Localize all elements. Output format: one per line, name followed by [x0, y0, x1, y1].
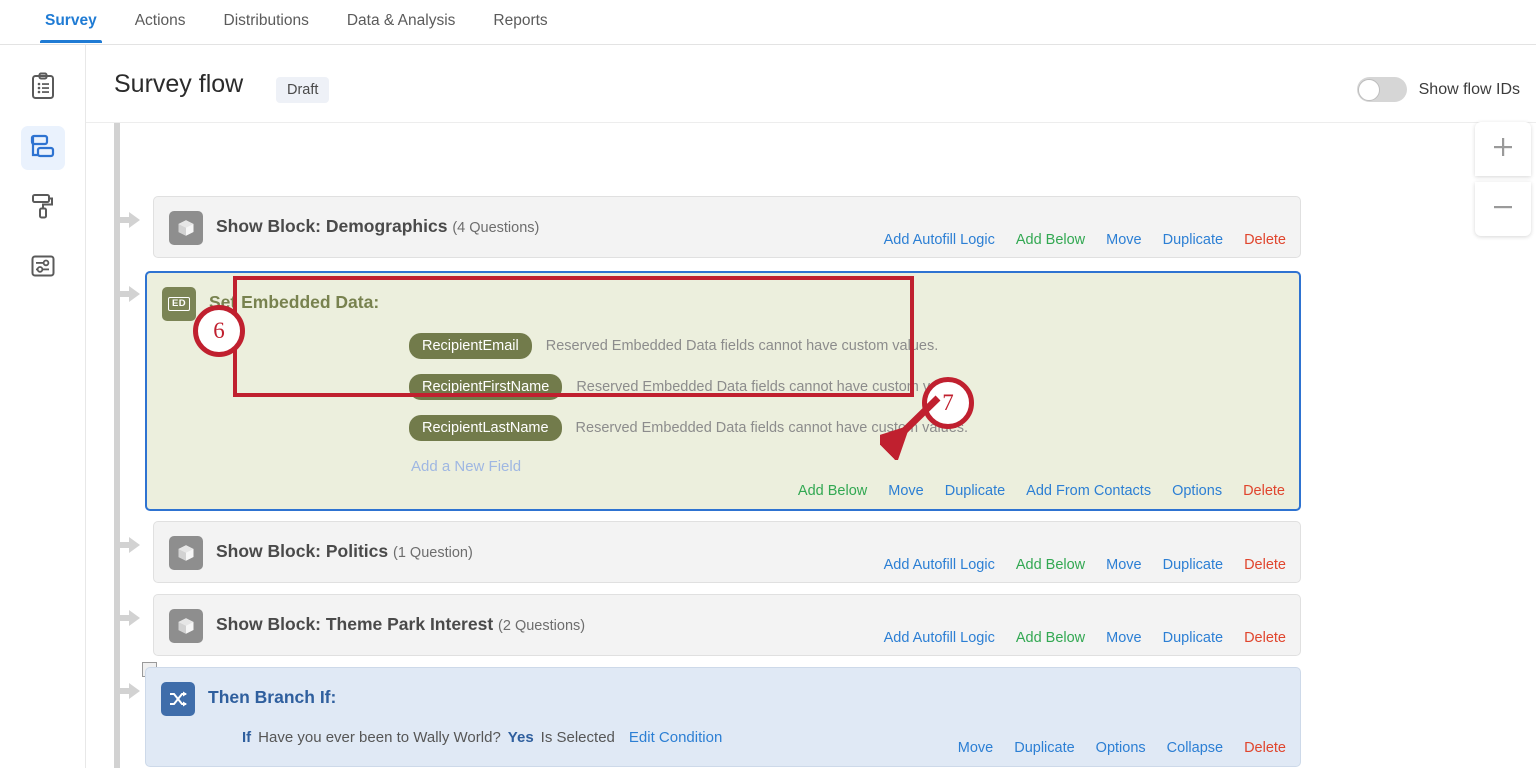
- branch-icon: [161, 682, 195, 716]
- duplicate-link[interactable]: Duplicate: [1014, 740, 1074, 756]
- flow-element-set-embedded-data[interactable]: ED Set Embedded Data: RecipientEmail Res…: [145, 271, 1301, 511]
- delete-link[interactable]: Delete: [1244, 630, 1286, 646]
- survey-flow-page: Survey Actions Distributions Data & Anal…: [0, 0, 1536, 768]
- embedded-data-row[interactable]: RecipientEmail Reserved Embedded Data fi…: [409, 333, 938, 359]
- add-autofill-logic-link[interactable]: Add Autofill Logic: [884, 557, 995, 573]
- duplicate-link[interactable]: Duplicate: [945, 483, 1005, 499]
- sidebar-item-survey-flow[interactable]: [21, 126, 65, 170]
- toggle-knob: [1358, 78, 1381, 101]
- condition-question: Have you ever been to Wally World?: [258, 729, 501, 746]
- paint-roller-icon: [30, 192, 56, 225]
- sidebar-item-survey-options[interactable]: [21, 246, 65, 290]
- add-below-link[interactable]: Add Below: [1016, 630, 1085, 646]
- flow-elements: Show Block: Demographics (4 Questions) A…: [86, 123, 1536, 768]
- question-count: (2 Questions): [498, 618, 586, 634]
- cube-icon: [169, 536, 203, 570]
- add-autofill-logic-link[interactable]: Add Autofill Logic: [884, 232, 995, 248]
- duplicate-link[interactable]: Duplicate: [1163, 232, 1223, 248]
- tab-reports[interactable]: Reports: [474, 0, 566, 43]
- block-title: Show Block: Theme Park Interest (2 Quest…: [216, 614, 586, 634]
- block-action-links: Add Autofill Logic Add Below Move Duplic…: [884, 232, 1286, 248]
- embedded-field-name[interactable]: RecipientFirstName: [409, 374, 563, 400]
- add-from-contacts-link[interactable]: Add From Contacts: [1026, 483, 1151, 499]
- clipboard-icon: [30, 72, 56, 105]
- tab-survey[interactable]: Survey: [26, 0, 116, 43]
- ed-icon-label: ED: [168, 297, 190, 311]
- condition-operator: Is Selected: [540, 729, 615, 746]
- add-below-link[interactable]: Add Below: [1016, 232, 1085, 248]
- embedded-data-row[interactable]: RecipientFirstName Reserved Embedded Dat…: [409, 374, 969, 400]
- delete-link[interactable]: Delete: [1243, 483, 1285, 499]
- options-link[interactable]: Options: [1172, 483, 1222, 499]
- edit-condition-link[interactable]: Edit Condition: [629, 729, 722, 746]
- page-title: Survey flow: [114, 70, 244, 98]
- flow-element-then-branch-if[interactable]: Then Branch If: If Have you ever been to…: [145, 667, 1301, 767]
- flow-connector-arrow: [114, 610, 144, 626]
- delete-link[interactable]: Delete: [1244, 557, 1286, 573]
- question-count: (4 Questions): [452, 220, 540, 236]
- annotation-marker-6: 6: [193, 305, 245, 357]
- left-sidebar: [0, 45, 86, 768]
- flow-connector-arrow: [114, 537, 144, 553]
- embedded-data-row[interactable]: RecipientLastName Reserved Embedded Data…: [409, 415, 968, 441]
- embedded-field-note: Reserved Embedded Data fields cannot hav…: [575, 420, 969, 436]
- annotation-marker-number: 7: [942, 390, 954, 415]
- embedded-data-action-links: Add Below Move Duplicate Add From Contac…: [798, 483, 1285, 499]
- condition-if-label: If: [242, 729, 252, 746]
- block-action-links: Add Autofill Logic Add Below Move Duplic…: [884, 557, 1286, 573]
- sidebar-item-survey-builder[interactable]: [21, 66, 65, 110]
- duplicate-link[interactable]: Duplicate: [1163, 630, 1223, 646]
- question-count: (1 Question): [393, 545, 473, 561]
- flow-connector-arrow: [114, 683, 144, 699]
- annotation-marker-number: 6: [213, 318, 225, 343]
- show-flow-ids-control: Show flow IDs: [1356, 77, 1520, 102]
- ed-icon: ED: [162, 287, 196, 321]
- add-autofill-logic-link[interactable]: Add Autofill Logic: [884, 630, 995, 646]
- add-below-link[interactable]: Add Below: [1016, 557, 1085, 573]
- sidebar-item-look-and-feel[interactable]: [21, 186, 65, 230]
- delete-link[interactable]: Delete: [1244, 740, 1286, 756]
- flow-icon: [30, 133, 56, 164]
- sliders-icon: [30, 254, 56, 283]
- block-title: Show Block: Politics (1 Question): [216, 541, 473, 561]
- collapse-link[interactable]: Collapse: [1167, 740, 1223, 756]
- flow-connector-arrow: [114, 286, 144, 302]
- tab-data-and-analysis[interactable]: Data & Analysis: [328, 0, 475, 43]
- flow-connector-arrow: [114, 212, 144, 228]
- flow-element-show-block-theme-park-interest[interactable]: Show Block: Theme Park Interest (2 Quest…: [153, 594, 1301, 656]
- add-a-new-field-link[interactable]: Add a New Field: [411, 458, 521, 475]
- embedded-field-note: Reserved Embedded Data fields cannot hav…: [545, 338, 939, 354]
- block-title: Show Block: Demographics (4 Questions): [216, 216, 540, 236]
- tab-distributions[interactable]: Distributions: [205, 0, 328, 43]
- move-link[interactable]: Move: [888, 483, 923, 499]
- flow-element-show-block-demographics[interactable]: Show Block: Demographics (4 Questions) A…: [153, 196, 1301, 258]
- cube-icon: [169, 211, 203, 245]
- branch-action-links: Move Duplicate Options Collapse Delete: [958, 740, 1286, 756]
- embedded-field-note: Reserved Embedded Data fields cannot hav…: [576, 379, 969, 395]
- show-flow-ids-label: Show flow IDs: [1418, 80, 1520, 98]
- condition-answer: Yes: [507, 729, 534, 746]
- embedded-field-name[interactable]: RecipientEmail: [409, 333, 532, 359]
- branch-title: Then Branch If:: [208, 687, 337, 707]
- tab-actions[interactable]: Actions: [116, 0, 205, 43]
- options-link[interactable]: Options: [1096, 740, 1146, 756]
- flow-canvas: Survey flow Draft Show flow IDs Show Blo…: [86, 45, 1536, 768]
- block-action-links: Add Autofill Logic Add Below Move Duplic…: [884, 630, 1286, 646]
- status-badge: Draft: [276, 77, 330, 103]
- show-flow-ids-toggle[interactable]: [1356, 77, 1407, 102]
- flow-header: Survey flow Draft Show flow IDs: [86, 45, 1536, 123]
- embedded-field-name[interactable]: RecipientLastName: [409, 415, 562, 441]
- duplicate-link[interactable]: Duplicate: [1163, 557, 1223, 573]
- add-below-link[interactable]: Add Below: [798, 483, 867, 499]
- move-link[interactable]: Move: [1106, 557, 1141, 573]
- cube-icon: [169, 609, 203, 643]
- top-navigation: Survey Actions Distributions Data & Anal…: [0, 0, 1536, 45]
- annotation-marker-7: 7: [922, 377, 974, 429]
- move-link[interactable]: Move: [958, 740, 993, 756]
- delete-link[interactable]: Delete: [1244, 232, 1286, 248]
- branch-condition: If Have you ever been to Wally World? Ye…: [242, 729, 722, 746]
- move-link[interactable]: Move: [1106, 232, 1141, 248]
- move-link[interactable]: Move: [1106, 630, 1141, 646]
- flow-element-show-block-politics[interactable]: Show Block: Politics (1 Question) Add Au…: [153, 521, 1301, 583]
